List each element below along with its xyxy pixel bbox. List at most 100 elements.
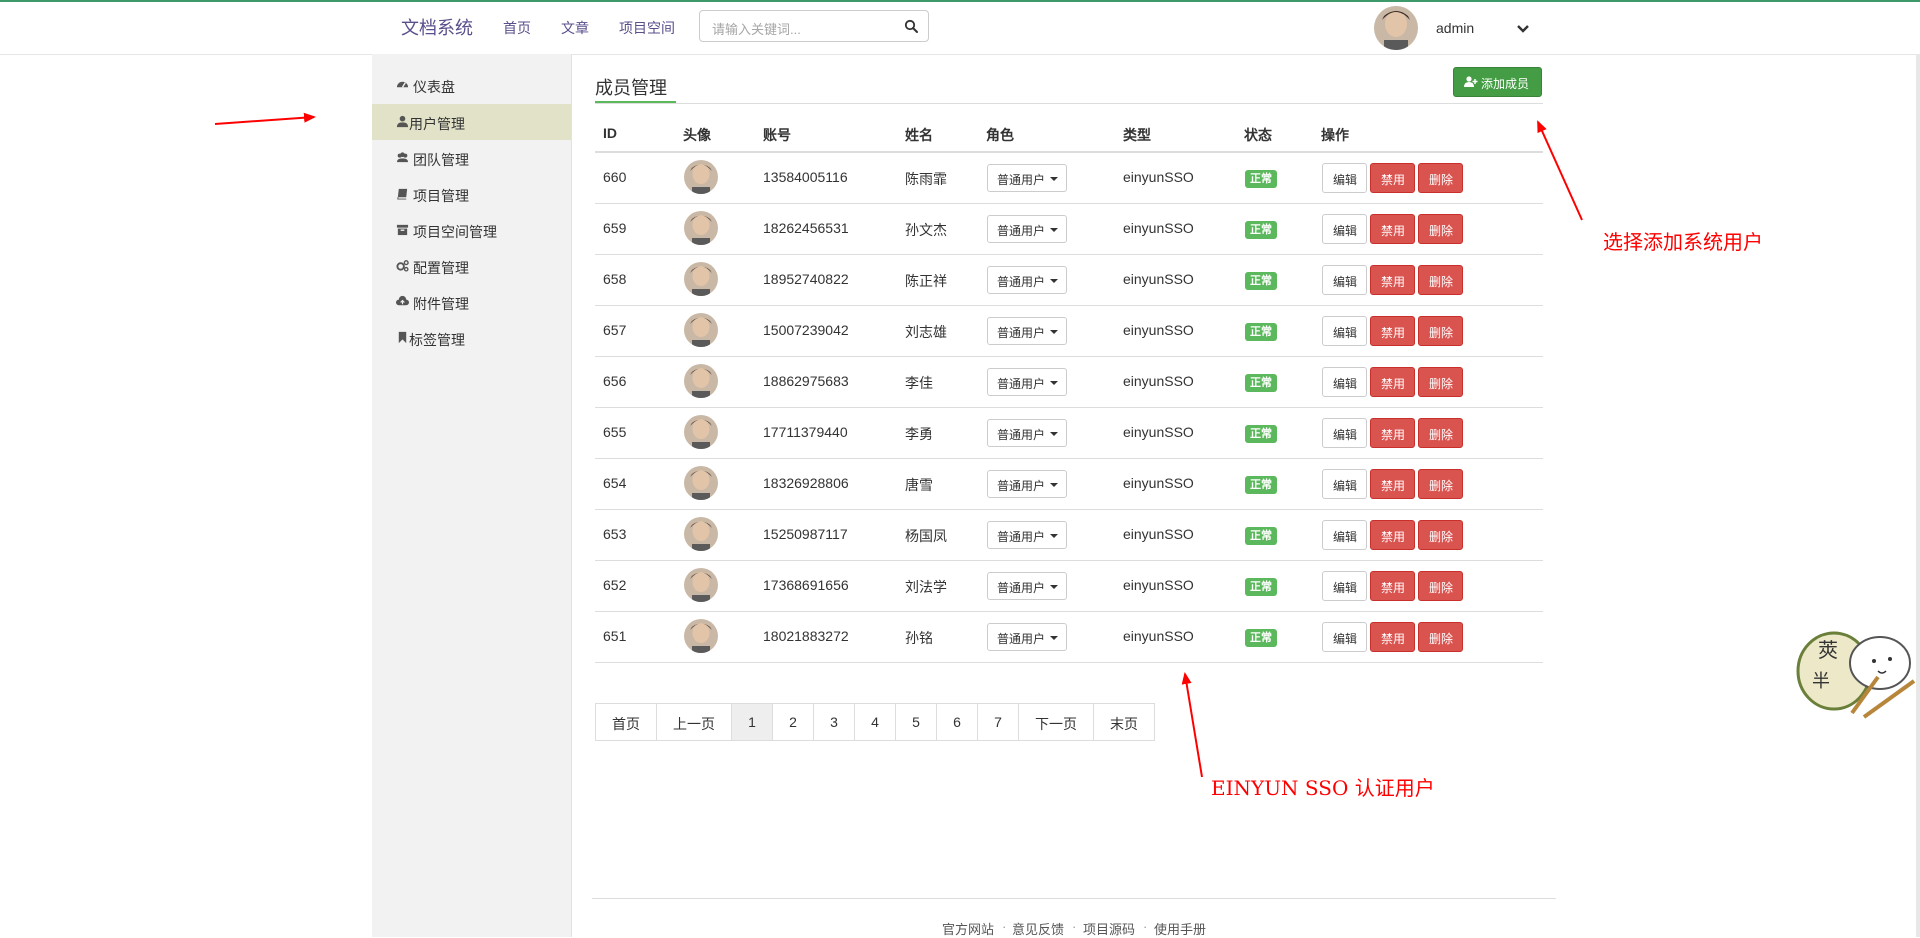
- user-name[interactable]: admin: [1436, 20, 1474, 36]
- role-dropdown[interactable]: 普通用户: [987, 521, 1067, 549]
- status-badge: 正常: [1245, 374, 1277, 392]
- edit-button[interactable]: 编辑: [1322, 418, 1367, 448]
- edit-button[interactable]: 编辑: [1322, 622, 1367, 652]
- page-button[interactable]: 7: [977, 703, 1019, 741]
- edit-button[interactable]: 编辑: [1322, 367, 1367, 397]
- role-label: 普通用户: [997, 428, 1046, 442]
- page-button[interactable]: 1: [731, 703, 773, 741]
- sidebar-item-projects[interactable]: 项目管理: [372, 176, 571, 212]
- footer-link-manual[interactable]: 使用手册: [1154, 919, 1206, 938]
- disable-button[interactable]: 禁用: [1370, 214, 1415, 244]
- avatar: [684, 415, 718, 449]
- cell-id: 660: [603, 169, 627, 185]
- footer-link-feedback[interactable]: 意见反馈: [1012, 919, 1064, 938]
- sidebar-item-project-space[interactable]: 项目空间管理: [372, 212, 571, 248]
- page-button[interactable]: 上一页: [656, 703, 732, 741]
- sidebar: 仪表盘 用户管理 团队管理 项目管理 项目空间管理 配置管理 附件管理 标签管理: [372, 54, 572, 937]
- disable-button[interactable]: 禁用: [1370, 520, 1415, 550]
- nav-link-articles[interactable]: 文章: [561, 18, 589, 38]
- page-button[interactable]: 首页: [595, 703, 657, 741]
- delete-button[interactable]: 删除: [1418, 520, 1463, 550]
- page-button[interactable]: 5: [895, 703, 937, 741]
- delete-button[interactable]: 删除: [1418, 316, 1463, 346]
- disable-button[interactable]: 禁用: [1370, 622, 1415, 652]
- sidebar-item-attachments[interactable]: 附件管理: [372, 284, 571, 320]
- delete-button[interactable]: 删除: [1418, 163, 1463, 193]
- avatar: [684, 517, 718, 551]
- page-label: 下一页: [1035, 716, 1077, 732]
- cell-id: 653: [603, 526, 627, 542]
- cell-name: 孙文杰: [905, 222, 947, 238]
- sidebar-item-users[interactable]: 用户管理: [372, 104, 571, 140]
- delete-button[interactable]: 删除: [1418, 571, 1463, 601]
- role-dropdown[interactable]: 普通用户: [987, 164, 1067, 192]
- delete-button[interactable]: 删除: [1418, 469, 1463, 499]
- role-dropdown[interactable]: 普通用户: [987, 470, 1067, 498]
- sidebar-item-config[interactable]: 配置管理: [372, 248, 571, 284]
- disable-button[interactable]: 禁用: [1370, 367, 1415, 397]
- page-button[interactable]: 4: [854, 703, 896, 741]
- avatar: [684, 160, 718, 194]
- scrollbar[interactable]: [1916, 54, 1920, 937]
- edit-button[interactable]: 编辑: [1322, 571, 1367, 601]
- delete-button[interactable]: 删除: [1418, 418, 1463, 448]
- search-input[interactable]: 请输入关键词...: [699, 10, 929, 42]
- add-member-button[interactable]: 添加成员: [1453, 67, 1542, 97]
- page-button[interactable]: 3: [813, 703, 855, 741]
- disable-button[interactable]: 禁用: [1370, 571, 1415, 601]
- disable-button[interactable]: 禁用: [1370, 163, 1415, 193]
- page-title: 成员管理: [595, 78, 667, 98]
- arrow-to-add-button: [1537, 120, 1583, 221]
- edit-button[interactable]: 编辑: [1322, 469, 1367, 499]
- cell-id: 658: [603, 271, 627, 287]
- book-icon: [397, 188, 408, 200]
- delete-button[interactable]: 删除: [1418, 214, 1463, 244]
- table-row: 658 18952740822 陈正祥 普通用户 einyunSSO 正常 编辑 禁用 删除: [595, 255, 1543, 306]
- col-status: 状态: [1244, 127, 1272, 143]
- delete-button[interactable]: 删除: [1418, 622, 1463, 652]
- annotation-add-user-note: 选择添加系统用户: [1603, 230, 1763, 254]
- role-dropdown[interactable]: 普通用户: [987, 215, 1067, 243]
- page-button[interactable]: 末页: [1093, 703, 1155, 741]
- footer-link-source[interactable]: 项目源码: [1083, 919, 1135, 938]
- edit-button[interactable]: 编辑: [1322, 316, 1367, 346]
- status-badge: 正常: [1245, 476, 1277, 494]
- role-dropdown[interactable]: 普通用户: [987, 572, 1067, 600]
- delete-label: 删除: [1429, 581, 1454, 595]
- footer-link-official[interactable]: 官方网站: [942, 919, 994, 938]
- page-button[interactable]: 6: [936, 703, 978, 741]
- search-icon[interactable]: [904, 19, 918, 33]
- role-dropdown[interactable]: 普通用户: [987, 368, 1067, 396]
- avatar[interactable]: [1374, 6, 1418, 50]
- nav-link-home[interactable]: 首页: [503, 18, 531, 38]
- edit-button[interactable]: 编辑: [1322, 214, 1367, 244]
- edit-button[interactable]: 编辑: [1322, 163, 1367, 193]
- disable-button[interactable]: 禁用: [1370, 469, 1415, 499]
- sidebar-item-dashboard[interactable]: 仪表盘: [372, 67, 571, 103]
- edit-button[interactable]: 编辑: [1322, 265, 1367, 295]
- role-dropdown[interactable]: 普通用户: [987, 266, 1067, 294]
- disable-button[interactable]: 禁用: [1370, 265, 1415, 295]
- brand-logo[interactable]: 文档系统: [401, 14, 473, 40]
- disable-button[interactable]: 禁用: [1370, 418, 1415, 448]
- sidebar-item-tags[interactable]: 标签管理: [372, 320, 571, 356]
- edit-button[interactable]: 编辑: [1322, 520, 1367, 550]
- role-dropdown[interactable]: 普通用户: [987, 317, 1067, 345]
- delete-button[interactable]: 删除: [1418, 265, 1463, 295]
- caret-down-icon: [1050, 483, 1058, 487]
- role-label: 普通用户: [997, 173, 1046, 187]
- sticker-char-2: 半: [1812, 671, 1830, 692]
- nav-link-project-space[interactable]: 项目空间: [619, 18, 675, 38]
- chevron-down-icon[interactable]: [1516, 22, 1530, 36]
- sidebar-item-label: 项目管理: [413, 188, 469, 204]
- add-member-label: 添加成员: [1481, 77, 1530, 91]
- delete-button[interactable]: 删除: [1418, 367, 1463, 397]
- role-dropdown[interactable]: 普通用户: [987, 623, 1067, 651]
- page-button[interactable]: 下一页: [1018, 703, 1094, 741]
- page-label: 6: [953, 714, 961, 730]
- sidebar-item-teams[interactable]: 团队管理: [372, 140, 571, 176]
- role-dropdown[interactable]: 普通用户: [987, 419, 1067, 447]
- disable-button[interactable]: 禁用: [1370, 316, 1415, 346]
- page-button[interactable]: 2: [772, 703, 814, 741]
- sidebar-item-label: 用户管理: [409, 116, 465, 132]
